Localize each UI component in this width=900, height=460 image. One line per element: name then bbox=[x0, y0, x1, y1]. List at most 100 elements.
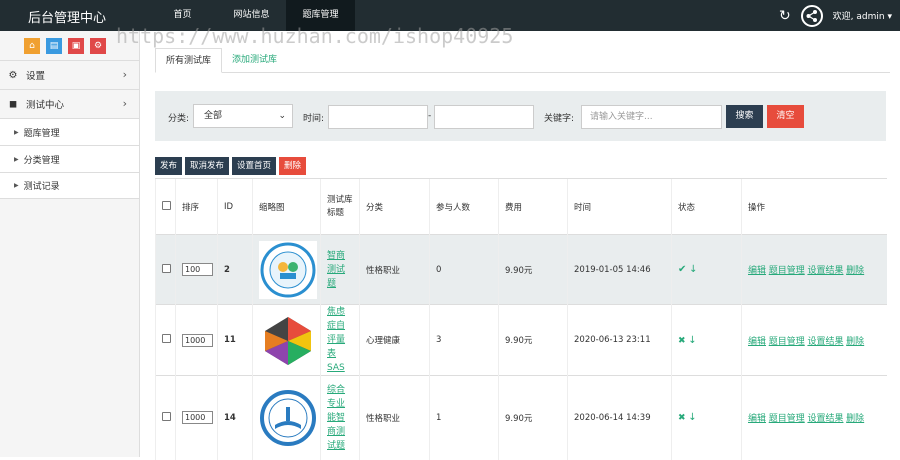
ops-cell: 编辑 题目管理 设置结果 删除 bbox=[741, 304, 887, 376]
arrow-down-icon[interactable]: ↓ bbox=[688, 335, 696, 346]
select-all-checkbox[interactable] bbox=[162, 200, 171, 210]
app-title: 后台管理中心 bbox=[28, 11, 107, 26]
status-cell: ✖ ↓ bbox=[671, 304, 742, 376]
thumbnail-cell bbox=[252, 234, 321, 305]
delete-button[interactable]: 删除 bbox=[279, 157, 307, 175]
top-right-area: ↻ 欢迎, admin ▾ bbox=[779, 0, 892, 31]
triangle-right-icon: ▶ bbox=[14, 128, 19, 136]
search-button[interactable]: 搜索 bbox=[726, 105, 763, 128]
share-icon[interactable] bbox=[800, 4, 823, 27]
category-label: 分类: bbox=[168, 114, 190, 124]
row-fee: 9.90元 bbox=[498, 304, 568, 376]
column-header: ID bbox=[217, 178, 253, 235]
x-icon[interactable]: ✖ bbox=[678, 413, 686, 423]
row-participants: 1 bbox=[429, 375, 499, 460]
sidebar-item-label: 测试中心 bbox=[26, 100, 65, 111]
chevron-down-icon: ⌄ bbox=[278, 111, 286, 121]
ops-cell: 编辑 题目管理 设置结果 删除 bbox=[741, 234, 887, 305]
sidebar-subitem-question-bank[interactable]: ▶ 题库管理 bbox=[0, 118, 139, 145]
row-id: 11 bbox=[217, 304, 253, 376]
column-header: 费用 bbox=[498, 178, 568, 235]
arrow-down-icon[interactable]: ↓ bbox=[688, 412, 696, 423]
chevron-right-icon: › bbox=[122, 97, 127, 110]
book-icon: ◼ bbox=[8, 98, 18, 110]
sidebar-menu: ⚙ 设置 › ◼ 测试中心 › ▶ 题库管理 ▶ 分类管理 ▶ 测试记录 bbox=[0, 60, 139, 199]
question-manage-link[interactable]: 题目管理 bbox=[769, 266, 805, 276]
keyword-input[interactable]: 请输入关键字... bbox=[581, 105, 722, 129]
time-label: 时间: bbox=[303, 114, 325, 124]
test-title-link[interactable]: 智商测试题 bbox=[327, 249, 351, 291]
thumbnail-cell bbox=[252, 304, 321, 376]
sort-input[interactable]: 1000 bbox=[182, 333, 213, 347]
refresh-icon[interactable]: ↻ bbox=[779, 8, 791, 24]
status-cell: ✔ ↓ bbox=[671, 234, 742, 305]
arrow-down-icon[interactable]: ↓ bbox=[689, 264, 697, 275]
row-participants: 0 bbox=[429, 234, 499, 305]
user-menu[interactable]: 欢迎, admin ▾ bbox=[833, 9, 892, 22]
row-checkbox[interactable] bbox=[162, 334, 171, 343]
row-checkbox[interactable] bbox=[162, 411, 171, 421]
clear-button[interactable]: 清空 bbox=[767, 105, 804, 128]
column-header: 缩略图 bbox=[252, 178, 321, 235]
column-header: 操作 bbox=[741, 178, 887, 235]
set-results-link[interactable]: 设置结果 bbox=[807, 266, 843, 276]
sidebar-item-label: 设置 bbox=[26, 71, 46, 82]
triangle-right-icon: ▶ bbox=[14, 182, 19, 189]
row-id: 14 bbox=[217, 375, 253, 460]
trash-icon[interactable]: ▣ bbox=[68, 38, 84, 54]
sidebar-item-settings[interactable]: ⚙ 设置 › bbox=[0, 60, 139, 89]
thumbnail-image bbox=[259, 240, 317, 299]
thumbnail-image bbox=[259, 311, 317, 369]
delete-link[interactable]: 删除 bbox=[846, 266, 864, 276]
tab-all-test-banks[interactable]: 所有测试库 bbox=[155, 48, 223, 73]
sort-input[interactable]: 100 bbox=[182, 263, 213, 276]
sidebar-item-test-center[interactable]: ◼ 测试中心 › bbox=[0, 89, 139, 118]
delete-link[interactable]: 删除 bbox=[846, 414, 864, 424]
edit-link[interactable]: 编辑 bbox=[748, 337, 766, 347]
thumbnail-image bbox=[259, 388, 317, 447]
question-manage-link[interactable]: 题目管理 bbox=[769, 337, 805, 347]
tab-add-test-bank[interactable]: 添加测试库 bbox=[222, 48, 287, 73]
filter-bar: 分类: 全部 ⌄ 时间: - 关键字: 请输入关键字... 搜索 清空 bbox=[155, 91, 886, 141]
sidebar-subitem-label: 分类管理 bbox=[23, 155, 60, 166]
category-select-value: 全部 bbox=[204, 111, 223, 121]
set-results-link[interactable]: 设置结果 bbox=[807, 337, 843, 347]
sidebar-subitem-categories[interactable]: ▶ 分类管理 bbox=[0, 145, 139, 172]
watermark-text: https://www.huzhan.com/ishop40925 bbox=[116, 24, 514, 48]
row-checkbox[interactable] bbox=[162, 263, 171, 273]
ops-cell: 编辑 题目管理 设置结果 删除 bbox=[741, 375, 887, 460]
check-icon[interactable]: ✔ bbox=[678, 264, 686, 275]
edit-link[interactable]: 编辑 bbox=[748, 266, 766, 276]
set-home-button[interactable]: 设置首页 bbox=[232, 157, 277, 175]
time-start-input[interactable] bbox=[328, 105, 428, 129]
column-header: 分类 bbox=[359, 178, 430, 235]
category-select[interactable]: 全部 ⌄ bbox=[193, 104, 293, 128]
row-participants: 3 bbox=[429, 304, 499, 376]
test-title-link[interactable]: 焦虑症自评量表SAS bbox=[327, 305, 351, 375]
question-manage-link[interactable]: 题目管理 bbox=[769, 414, 805, 424]
edit-link[interactable]: 编辑 bbox=[748, 414, 766, 424]
quick-buttons: ⌂ ▤ ▣ ⚙ bbox=[24, 38, 106, 54]
chevron-right-icon: › bbox=[122, 68, 127, 81]
x-icon[interactable]: ✖ bbox=[678, 336, 686, 346]
content-tabs: 所有测试库 添加测试库 bbox=[155, 48, 890, 73]
delete-link[interactable]: 删除 bbox=[846, 337, 864, 347]
set-results-link[interactable]: 设置结果 bbox=[807, 414, 843, 424]
row-category: 心理健康 bbox=[359, 304, 430, 376]
time-end-input[interactable] bbox=[434, 105, 534, 129]
triangle-right-icon: ▶ bbox=[14, 155, 19, 163]
test-title-link[interactable]: 综合专业能智商测试题 bbox=[327, 383, 351, 453]
unpublish-button[interactable]: 取消发布 bbox=[185, 157, 230, 175]
time-separator: - bbox=[428, 111, 432, 121]
publish-button[interactable]: 发布 bbox=[155, 157, 183, 175]
test-bank-table: 排序 ID 缩略图 测试库标题 分类 参与人数 费用 时间 状态 操作 100 … bbox=[155, 178, 887, 460]
sort-input[interactable]: 1000 bbox=[182, 411, 213, 425]
home-icon[interactable]: ⌂ bbox=[24, 38, 40, 54]
status-cell: ✖ ↓ bbox=[671, 375, 742, 460]
document-icon[interactable]: ▤ bbox=[46, 38, 62, 54]
column-header: 参与人数 bbox=[429, 178, 499, 235]
sidebar-subitem-label: 题库管理 bbox=[23, 128, 60, 139]
sidebar-subitem-test-records[interactable]: ▶ 测试记录 bbox=[0, 172, 139, 199]
settings-icon[interactable]: ⚙ bbox=[90, 38, 106, 54]
thumbnail-cell bbox=[252, 375, 321, 460]
